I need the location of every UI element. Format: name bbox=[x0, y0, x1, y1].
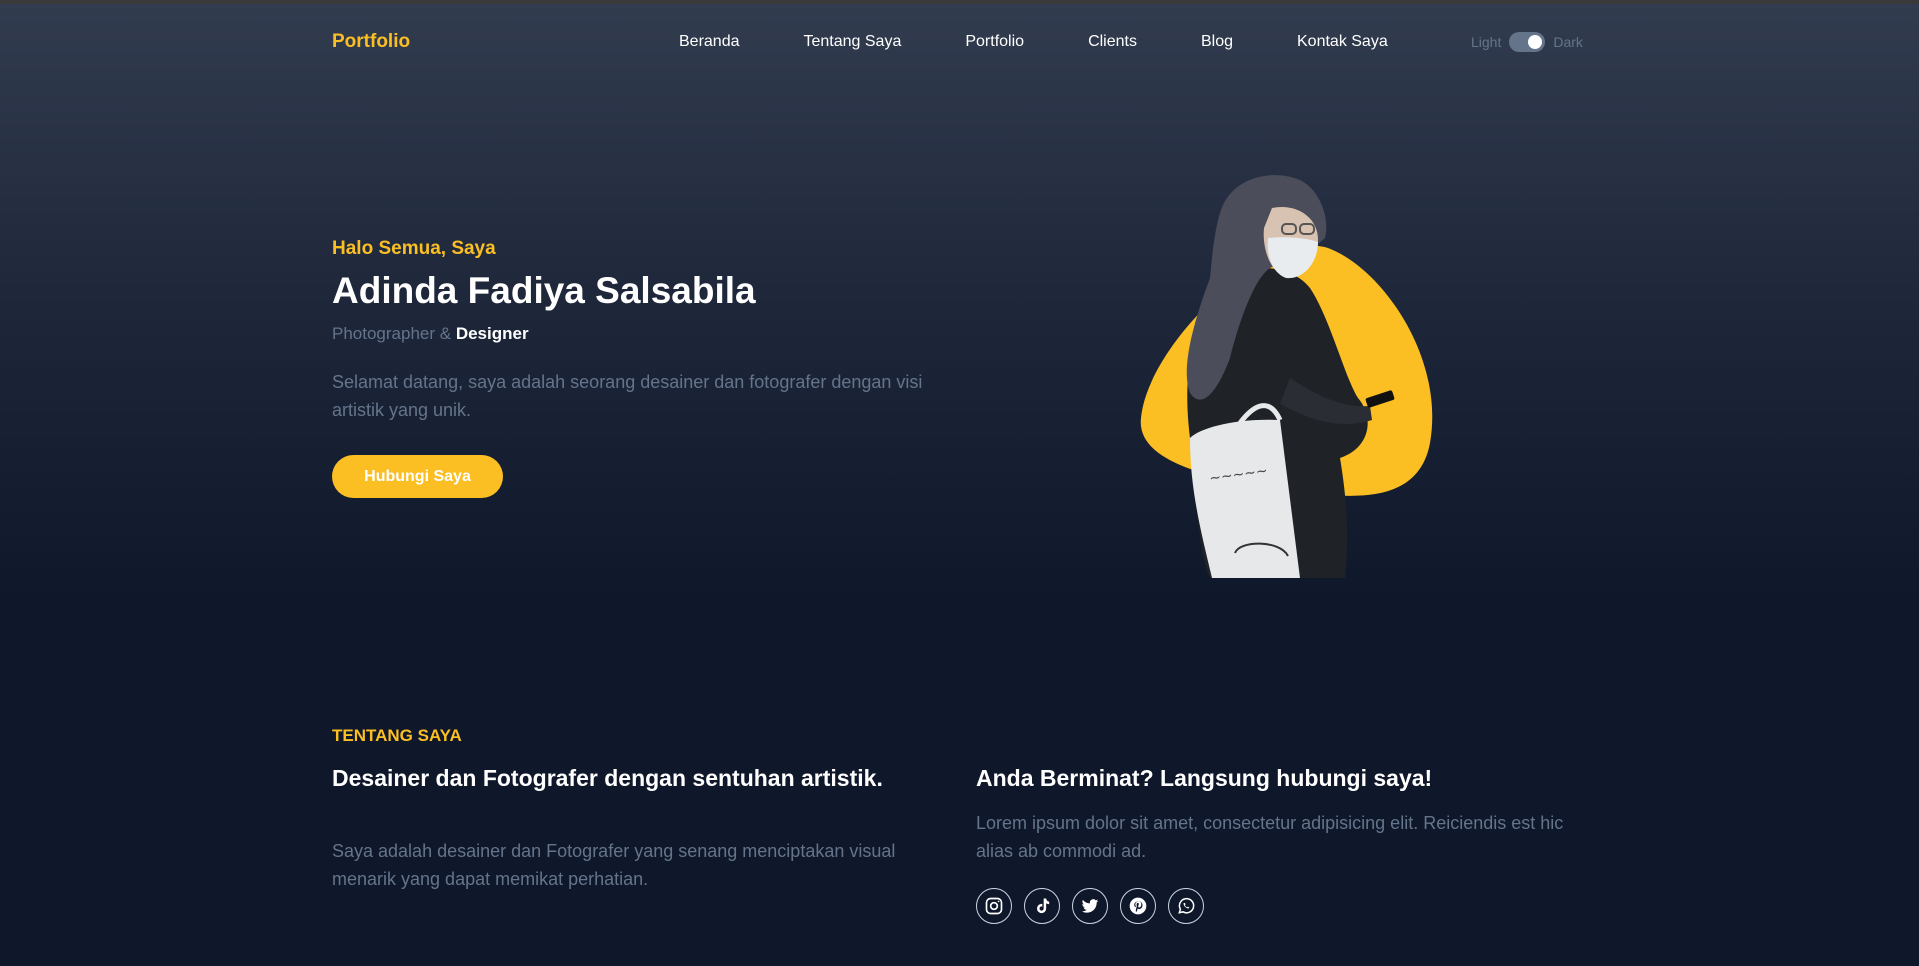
hero-portrait-image: ~~~~~ bbox=[1140, 175, 1433, 578]
nav-link-blog[interactable]: Blog bbox=[1201, 33, 1233, 51]
hero-role-highlight: Designer bbox=[455, 324, 529, 343]
theme-toggle[interactable] bbox=[1509, 32, 1546, 52]
nav-links: Beranda Tentang Saya Portfolio Clients B… bbox=[679, 33, 1388, 51]
nav-link-portfolio[interactable]: Portfolio bbox=[965, 33, 1024, 51]
tiktok-icon bbox=[1037, 898, 1050, 914]
social-links bbox=[976, 888, 1216, 924]
toggle-dark-label: Dark bbox=[1553, 34, 1583, 50]
instagram-icon bbox=[985, 897, 1003, 915]
nav-link-kontak-saya[interactable]: Kontak Saya bbox=[1297, 33, 1388, 51]
about-section-label: TENTANG SAYA bbox=[332, 726, 462, 745]
nav-link-clients[interactable]: Clients bbox=[1088, 33, 1137, 51]
toggle-knob bbox=[1528, 35, 1543, 49]
hero-role-prefix: Photographer & bbox=[332, 324, 452, 343]
pinterest-icon bbox=[1129, 897, 1147, 915]
hero-greeting: Halo Semua, Saya bbox=[332, 238, 496, 259]
nav-link-beranda[interactable]: Beranda bbox=[679, 33, 740, 51]
about-title: Desainer dan Fotografer dengan sentuhan … bbox=[332, 765, 883, 791]
contact-title: Anda Berminat? Langsung hubungi saya! bbox=[976, 765, 1433, 791]
hero-description: Selamat datang, saya adalah seorang desa… bbox=[332, 372, 923, 420]
whatsapp-icon bbox=[1178, 897, 1195, 914]
twitter-icon bbox=[1081, 899, 1099, 913]
theme-toggle-group: Light Dark bbox=[1471, 32, 1583, 52]
tiktok-link[interactable] bbox=[1024, 888, 1060, 924]
contact-description: Lorem ipsum dolor sit amet, consectetur … bbox=[976, 813, 1564, 861]
nav-link-tentang-saya[interactable]: Tentang Saya bbox=[804, 33, 902, 51]
whatsapp-link[interactable] bbox=[1168, 888, 1204, 924]
brand-logo[interactable]: Portfolio bbox=[332, 31, 410, 53]
hero-role: Photographer & Designer bbox=[332, 324, 529, 344]
hero-name: Adinda Fadiya Salsabila bbox=[332, 270, 756, 311]
contact-me-button[interactable]: Hubungi Saya bbox=[332, 455, 503, 498]
pinterest-link[interactable] bbox=[1120, 888, 1156, 924]
toggle-light-label: Light bbox=[1471, 34, 1502, 50]
instagram-link[interactable] bbox=[976, 888, 1012, 924]
navbar: Portfolio Beranda Tentang Saya Portfolio… bbox=[0, 4, 1919, 80]
about-description: Saya adalah desainer dan Fotografer yang… bbox=[332, 841, 896, 889]
twitter-link[interactable] bbox=[1072, 888, 1108, 924]
